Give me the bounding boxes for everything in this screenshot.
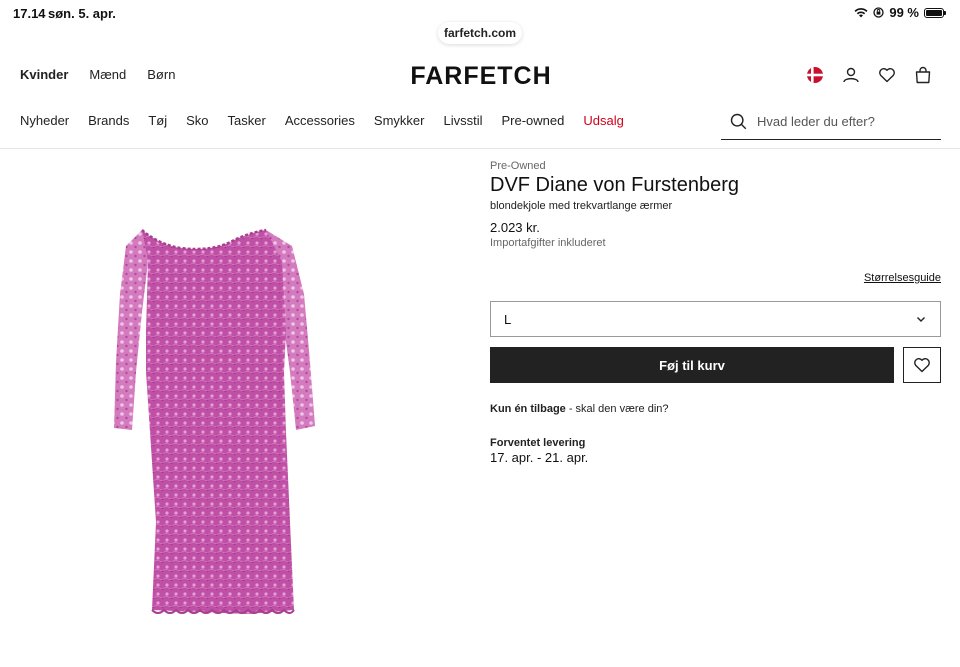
category-nav: Nyheder Brands Tøj Sko Tasker Accessorie… <box>20 113 624 128</box>
search-bar <box>721 104 941 140</box>
heart-icon <box>914 358 930 373</box>
add-to-wishlist-button[interactable] <box>903 347 941 383</box>
product-info: Pre-Owned DVF Diane von Furstenberg blon… <box>490 160 941 465</box>
add-to-bag-button[interactable]: Føj til kurv <box>490 347 894 383</box>
gender-nav-kids[interactable]: Børn <box>147 67 175 82</box>
category-sale[interactable]: Udsalg <box>583 113 623 128</box>
category-jewellery[interactable]: Smykker <box>374 113 425 128</box>
gender-nav: Kvinder Mænd Børn <box>20 67 175 82</box>
delivery-label: Forventet levering <box>490 437 586 449</box>
gender-nav-men[interactable]: Mænd <box>89 67 126 82</box>
orientation-lock-icon <box>873 7 885 18</box>
product-image[interactable] <box>110 222 322 616</box>
header-divider <box>0 148 960 149</box>
search-input[interactable] <box>757 114 927 129</box>
account-icon[interactable] <box>842 66 860 84</box>
site-logo[interactable]: FARFETCH <box>398 62 564 90</box>
category-accessories[interactable]: Accessories <box>285 113 355 128</box>
status-time: 17.14 <box>13 6 46 21</box>
battery-fill <box>926 9 942 16</box>
denmark-flag-icon[interactable] <box>806 66 824 84</box>
size-select[interactable]: L <box>490 301 941 337</box>
selected-size: L <box>504 311 512 327</box>
gender-nav-women[interactable]: Kvinder <box>20 67 68 82</box>
product-brand[interactable]: DVF Diane von Furstenberg <box>490 174 941 197</box>
search-icon[interactable] <box>730 113 747 130</box>
wishlist-icon[interactable] <box>878 66 896 84</box>
battery-percent: 99 % <box>889 5 919 20</box>
duties-note: Importafgifter inkluderet <box>490 237 606 249</box>
stock-note-rest: - skal den være din? <box>565 403 669 415</box>
category-new-in[interactable]: Nyheder <box>20 113 69 128</box>
stock-note-bold: Kun én tilbage <box>490 403 566 415</box>
shopping-bag-icon[interactable] <box>914 66 932 84</box>
product-price: 2.023 kr. <box>490 220 540 235</box>
pre-owned-label: Pre-Owned <box>490 160 546 172</box>
url-bar[interactable]: farfetch.com <box>438 22 522 44</box>
category-pre-owned[interactable]: Pre-owned <box>501 113 564 128</box>
product-description: blondekjole med trekvartlange ærmer <box>490 200 673 212</box>
delivery-dates: 17. apr. - 21. apr. <box>490 450 589 465</box>
stock-note: Kun én tilbage - skal den være din? <box>490 403 669 415</box>
category-brands[interactable]: Brands <box>88 113 129 128</box>
size-guide-link[interactable]: Størrelsesguide <box>864 272 941 284</box>
status-date: søn. 5. apr. <box>48 6 116 21</box>
header-icons <box>806 66 932 84</box>
battery-icon <box>924 7 946 18</box>
category-shoes[interactable]: Sko <box>186 113 208 128</box>
category-clothing[interactable]: Tøj <box>148 113 167 128</box>
category-bags[interactable]: Tasker <box>228 113 266 128</box>
status-right: 99 % <box>854 5 946 20</box>
wifi-icon <box>854 8 868 18</box>
chevron-down-icon <box>917 317 925 322</box>
category-lifestyle[interactable]: Livsstil <box>443 113 482 128</box>
